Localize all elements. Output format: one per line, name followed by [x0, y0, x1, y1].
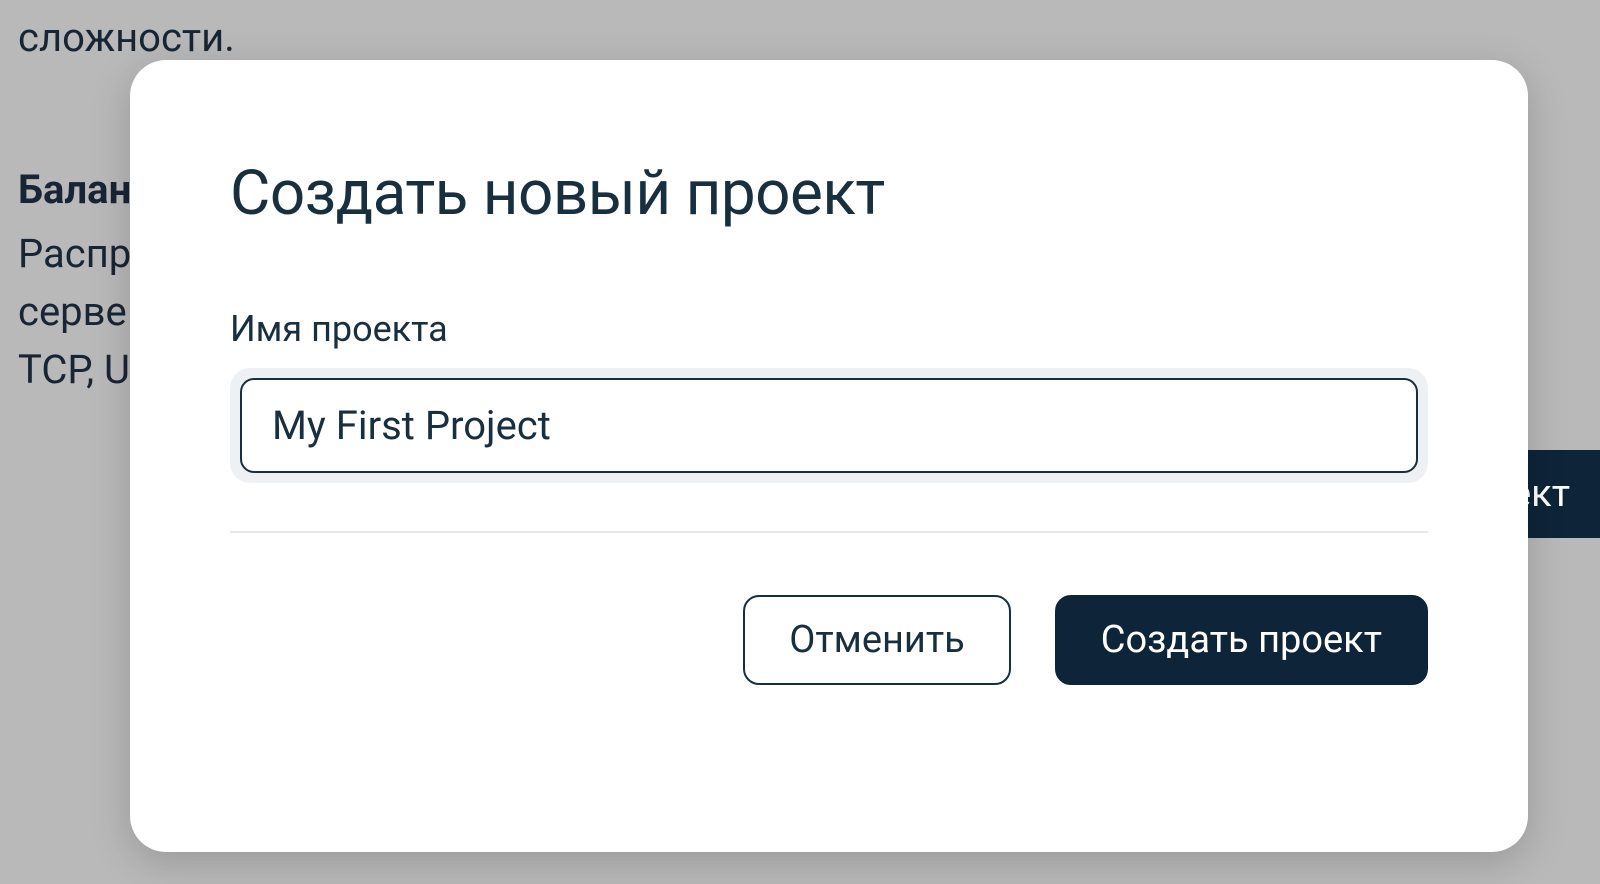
project-name-label: Имя проекта: [230, 308, 1428, 350]
create-project-button[interactable]: Создать проект: [1055, 595, 1428, 685]
modal-title: Создать новый проект: [230, 160, 1428, 228]
project-name-input[interactable]: [240, 378, 1418, 473]
project-name-field-group: Имя проекта: [230, 308, 1428, 483]
input-focus-ring: [230, 368, 1428, 483]
modal-divider: [230, 531, 1428, 533]
cancel-button[interactable]: Отменить: [743, 595, 1011, 685]
modal-button-row: Отменить Создать проект: [230, 595, 1428, 685]
create-project-modal: Создать новый проект Имя проекта Отменит…: [130, 60, 1528, 852]
